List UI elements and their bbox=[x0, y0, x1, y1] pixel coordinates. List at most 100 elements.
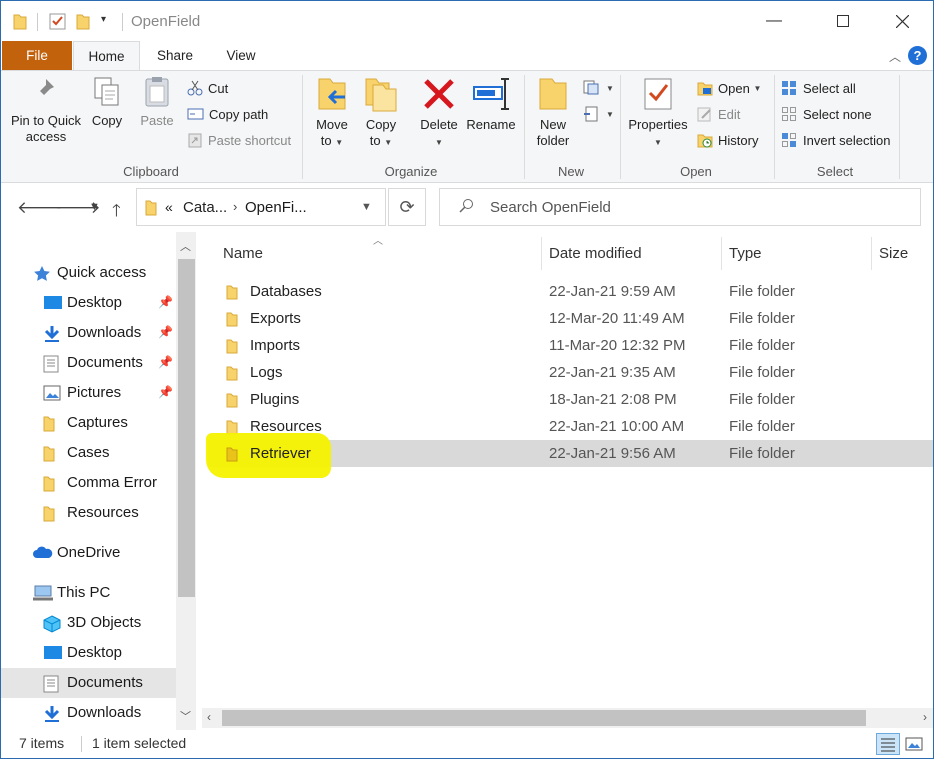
help-icon[interactable]: ? bbox=[908, 46, 927, 65]
up-arrow-icon[interactable]: 🡑 bbox=[112, 198, 121, 227]
nav-onedrive[interactable]: OneDrive bbox=[1, 538, 176, 568]
select-all-button[interactable]: Select all bbox=[781, 77, 856, 99]
delete-button[interactable]: Delete ▼ bbox=[417, 75, 461, 151]
invert-selection-button[interactable]: Invert selection bbox=[781, 129, 890, 151]
cut-button[interactable]: Cut bbox=[187, 77, 228, 99]
file-row[interactable]: Logs 22-Jan-21 9:35 AM File folder bbox=[208, 359, 933, 386]
cube-icon bbox=[43, 615, 61, 633]
folder-icon bbox=[13, 12, 27, 33]
copy-button[interactable]: Copy bbox=[87, 75, 127, 129]
nav-pc-documents[interactable]: Documents bbox=[1, 668, 176, 698]
edit-button[interactable]: Edit bbox=[697, 103, 740, 125]
nav-3d-objects[interactable]: 3D Objects bbox=[1, 608, 176, 638]
nav-comma-error[interactable]: Comma Error bbox=[1, 468, 176, 498]
file-row-retriever[interactable]: Retriever 22-Jan-21 9:56 AM File folder bbox=[208, 440, 933, 467]
pin-icon: 📌 bbox=[158, 355, 173, 369]
ribbon-collapse-icon[interactable]: ︿ bbox=[889, 48, 901, 65]
folder-icon bbox=[226, 393, 238, 408]
tab-share[interactable]: Share bbox=[147, 41, 203, 70]
large-icons-view-icon[interactable] bbox=[902, 733, 926, 755]
paste-button[interactable]: Paste bbox=[135, 75, 179, 129]
copy-to-button[interactable]: Copy to ▼ bbox=[359, 75, 403, 151]
copy-to-icon bbox=[365, 78, 397, 112]
new-item-button[interactable]: ▼ bbox=[583, 77, 614, 99]
details-view-icon[interactable] bbox=[876, 733, 900, 755]
folder-icon bbox=[145, 199, 157, 219]
folder-icon bbox=[226, 447, 238, 462]
copy-path-icon bbox=[187, 108, 204, 120]
history-button[interactable]: History bbox=[697, 129, 758, 151]
new-folder-icon[interactable] bbox=[76, 12, 90, 33]
pin-icon bbox=[34, 79, 54, 103]
select-none-button[interactable]: Select none bbox=[781, 103, 872, 125]
scroll-up-chevron-icon[interactable]: ︿ bbox=[180, 238, 191, 254]
file-row[interactable]: Databases 22-Jan-21 9:59 AM File folder bbox=[208, 278, 933, 305]
easy-access-button[interactable]: ▼ bbox=[583, 103, 614, 125]
refresh-icon[interactable]: ⟳ bbox=[388, 188, 426, 226]
maximize-icon[interactable] bbox=[820, 1, 866, 41]
group-label-open: Open bbox=[680, 164, 712, 179]
close-icon[interactable] bbox=[879, 1, 925, 41]
content-scroll-thumb[interactable] bbox=[222, 710, 866, 726]
scroll-left-chevron-icon[interactable]: ‹ bbox=[207, 710, 211, 724]
breadcrumb-openfield[interactable]: OpenFi... bbox=[245, 199, 307, 216]
copy-path-button[interactable]: Copy path bbox=[187, 103, 268, 125]
search-box[interactable]: Search OpenField bbox=[439, 188, 921, 226]
column-header-type[interactable]: Type bbox=[729, 241, 762, 271]
tab-file[interactable]: File bbox=[2, 41, 72, 70]
search-input[interactable]: Search OpenField bbox=[490, 199, 611, 216]
nav-pc-downloads[interactable]: Downloads bbox=[1, 698, 176, 728]
nav-captures[interactable]: Captures bbox=[1, 408, 176, 438]
status-bar: 7 items 1 item selected bbox=[1, 730, 933, 758]
properties-check-icon[interactable] bbox=[49, 12, 67, 33]
column-header-size[interactable]: Size bbox=[879, 241, 908, 271]
paste-shortcut-button[interactable]: Paste shortcut bbox=[187, 129, 291, 151]
open-icon bbox=[697, 82, 713, 95]
properties-button[interactable]: Properties ▼ bbox=[625, 75, 691, 151]
minimize-icon[interactable]: — bbox=[751, 1, 797, 41]
folder-icon bbox=[226, 285, 238, 300]
nav-downloads[interactable]: Downloads 📌 bbox=[1, 318, 176, 348]
delete-x-icon bbox=[424, 79, 454, 109]
copy-icon bbox=[94, 77, 119, 106]
move-to-button[interactable]: Move to ▼ bbox=[309, 75, 355, 151]
column-header-name[interactable]: Name bbox=[223, 241, 263, 271]
nav-pictures[interactable]: Pictures 📌 bbox=[1, 378, 176, 408]
pin-to-quick-access-button[interactable]: Pin to Quick access bbox=[7, 75, 85, 145]
tab-home[interactable]: Home bbox=[73, 41, 140, 71]
edit-icon bbox=[697, 107, 711, 122]
nav-cases[interactable]: Cases bbox=[1, 438, 176, 468]
folder-icon bbox=[226, 312, 238, 327]
item-count: 7 items bbox=[19, 735, 65, 751]
scroll-down-chevron-icon[interactable]: ﹀ bbox=[180, 708, 191, 724]
address-bar[interactable]: « Cata... › OpenFi... ▼ bbox=[136, 188, 386, 226]
column-header-date-modified[interactable]: Date modified bbox=[549, 241, 642, 271]
move-to-icon bbox=[318, 78, 346, 110]
nav-resources[interactable]: Resources bbox=[1, 498, 176, 528]
history-icon bbox=[697, 134, 713, 148]
file-row[interactable]: Exports 12-Mar-20 11:49 AM File folder bbox=[208, 305, 933, 332]
breadcrumb-catalog[interactable]: Cata... bbox=[183, 199, 227, 216]
open-button[interactable]: Open ▼ bbox=[697, 77, 761, 99]
recent-locations-chevron-icon[interactable]: ▼ bbox=[89, 201, 100, 213]
navigation-pane: Quick access Desktop 📌 Downloads 📌 Documen… bbox=[1, 232, 197, 731]
breadcrumb-overflow[interactable]: « bbox=[165, 199, 173, 215]
nav-desktop[interactable]: Desktop 📌 bbox=[1, 288, 176, 318]
nav-documents[interactable]: Documents 📌 bbox=[1, 348, 176, 378]
customize-chevron-icon[interactable]: ▾ bbox=[101, 14, 106, 25]
scroll-right-chevron-icon[interactable]: › bbox=[923, 710, 927, 724]
rename-button[interactable]: Rename bbox=[465, 75, 517, 133]
nav-quick-access[interactable]: Quick access bbox=[1, 258, 176, 288]
nav-pane-scroll-thumb[interactable] bbox=[178, 259, 195, 597]
breadcrumb-chevron-icon[interactable]: › bbox=[233, 199, 237, 214]
nav-this-pc[interactable]: This PC bbox=[1, 578, 176, 608]
invert-selection-icon bbox=[782, 132, 796, 147]
file-row[interactable]: Imports 11-Mar-20 12:32 PM File folder bbox=[208, 332, 933, 359]
nav-pc-desktop[interactable]: Desktop bbox=[1, 638, 176, 668]
scissors-icon bbox=[187, 80, 203, 96]
address-dropdown-chevron-icon[interactable]: ▼ bbox=[361, 201, 372, 213]
tab-view[interactable]: View bbox=[213, 41, 269, 70]
file-row[interactable]: Plugins 18-Jan-21 2:08 PM File folder bbox=[208, 386, 933, 413]
new-folder-icon bbox=[539, 78, 567, 110]
new-folder-button[interactable]: New folder bbox=[531, 75, 575, 149]
